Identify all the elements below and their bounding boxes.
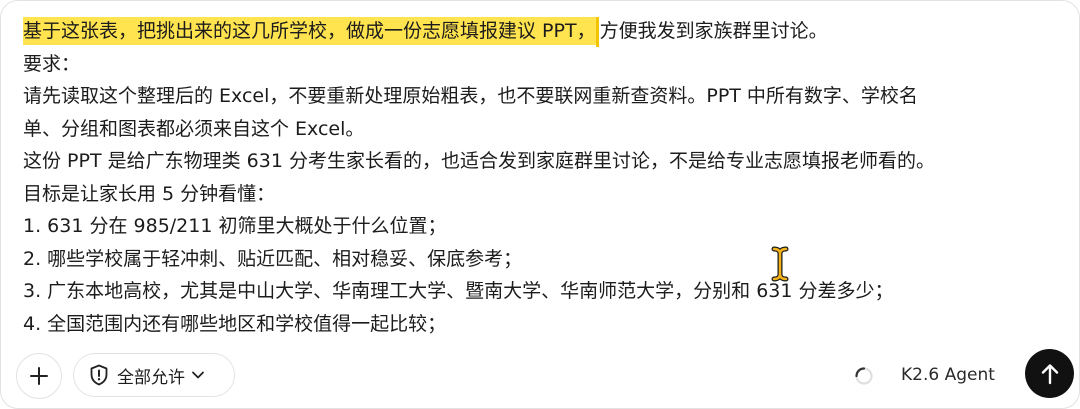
text-cursor-ibeam-icon [771,246,789,282]
prompt-line-9: 3. 广东本地高校，尤其是中山大学、华南理工大学、暨南大学、华南师范大学，分别和… [23,280,894,302]
prompt-line-6: 目标是让家长用 5 分钟看懂： [23,182,276,205]
prompt-line-3: 请先读取这个整理后的 Excel，不要重新处理原始粗表，也不要联网重新查资料。P… [23,85,918,107]
plus-icon [30,367,48,385]
chevron-down-icon [191,370,205,380]
input-toolbar: 全部允许 K2.6 Agent [1,346,1079,404]
prompt-line-7: 1. 631 分在 985/211 初筛里大概处于什么位置； [23,215,447,237]
prompt-line-8: 2. 哪些学校属于轻冲刺、贴近匹配、相对稳妥、保底参考； [23,247,523,270]
prompt-textarea[interactable]: 基于这张表，把挑出来的这几所学校，做成一份志愿填报建议 PPT， 方便我发到家族群… [23,15,1063,337]
prompt-line-1: 基于这张表，把挑出来的这几所学校，做成一份志愿填报建议 PPT， 方便我发到家族群… [23,15,1063,48]
send-button[interactable] [1025,349,1074,398]
loading-spinner-icon [855,367,873,385]
selection-end-marker [595,16,599,47]
prompt-line-1-rest: 方便我发到家族群里讨论。 [599,20,828,42]
selected-text-highlight-2: 把挑出来的这几所学校，做成一份志愿填报建议 PPT， [137,17,596,45]
arrow-up-icon [1041,363,1058,384]
permission-mode-label: 全部允许 [117,367,185,388]
prompt-line-4: 单、分组和图表都必须来自这个 Excel。 [23,117,365,140]
chat-input-card: 基于这张表，把挑出来的这几所学校，做成一份志愿填报建议 PPT， 方便我发到家族群… [0,0,1080,409]
add-attachment-button[interactable] [16,353,62,399]
prompt-line-2: 要求： [23,52,81,75]
prompt-line-5: 这份 PPT 是给广东物理类 631 分考生家长看的，也适合发到家庭群里讨论，不… [23,150,935,172]
prompt-line-10: 4. 全国范围内还有哪些地区和学校值得一起比较； [23,312,447,335]
permission-mode-dropdown[interactable]: 全部允许 [73,353,235,397]
model-selector-label[interactable]: K2.6 Agent [901,364,995,386]
shield-exclamation-icon [90,364,108,386]
selected-text-highlight: 基于这张表， [23,17,138,45]
